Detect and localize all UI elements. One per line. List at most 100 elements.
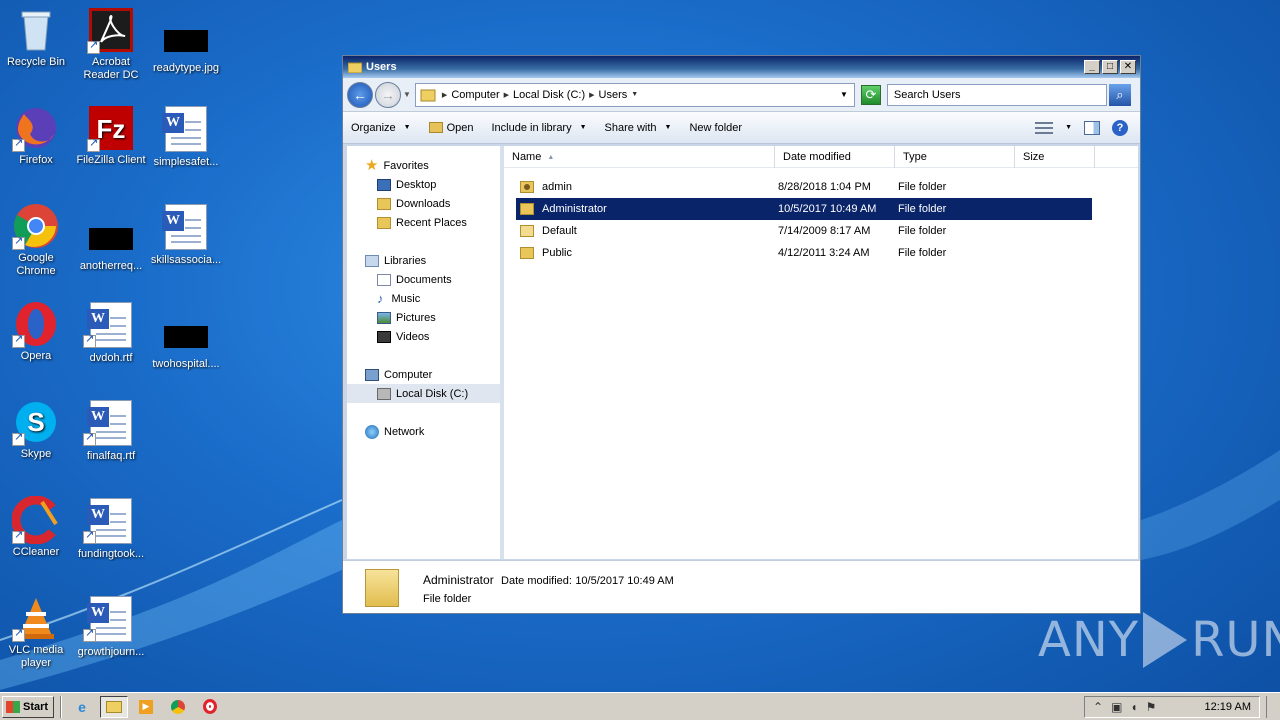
column-label: Date modified xyxy=(783,151,851,163)
libraries-icon xyxy=(365,254,379,267)
desktop-icon-vlc[interactable]: VLC media player xyxy=(0,594,74,670)
refresh-button[interactable]: ⟳ xyxy=(860,84,881,105)
close-button[interactable]: ✕ xyxy=(1120,60,1136,74)
file-row[interactable]: Default 7/14/2009 8:17 AM File folder xyxy=(516,220,1092,242)
explorer-window[interactable]: Users _ □ ✕ ← → ▼ ▶ Computer ▶ Local Dis… xyxy=(342,55,1141,614)
desktop-icon-redacted-file[interactable]: anotherreq... xyxy=(73,214,149,273)
explorer-taskbar-icon[interactable] xyxy=(100,695,128,718)
file-row[interactable]: admin 8/28/2018 1:04 PM File folder xyxy=(516,176,1092,198)
show-desktop-button[interactable] xyxy=(1266,695,1280,718)
nav-videos[interactable]: Videos xyxy=(347,327,500,346)
desktop-icon-word-doc[interactable]: W fundingtook... xyxy=(73,498,149,561)
nav-network[interactable]: Network xyxy=(347,422,500,441)
back-button[interactable]: ← xyxy=(347,81,373,108)
nav-computer[interactable]: Computer xyxy=(347,365,500,384)
desktop-icon-filezilla[interactable]: Fz FileZilla Client xyxy=(73,104,149,167)
nav-downloads[interactable]: Downloads xyxy=(347,194,500,213)
acrobat-icon xyxy=(87,6,135,54)
desktop-icon-chrome[interactable]: Google Chrome xyxy=(0,202,74,278)
desktop-icon-skype[interactable]: S Skype xyxy=(0,398,74,461)
nav-recent-places[interactable]: Recent Places xyxy=(347,213,500,232)
breadcrumb-separator-icon[interactable]: ▶ xyxy=(442,91,447,99)
window-titlebar[interactable]: Users _ □ ✕ xyxy=(343,56,1140,78)
address-dropdown-icon[interactable]: ▼ xyxy=(840,90,848,99)
file-row-selected[interactable]: Administrator 10/5/2017 10:49 AM File fo… xyxy=(516,198,1092,220)
details-date-label: Date modified: xyxy=(501,575,572,587)
recent-pages-dropdown[interactable]: ▼ xyxy=(403,90,411,99)
redacted-thumbnail xyxy=(164,30,208,52)
breadcrumb-separator-icon[interactable]: ▶ xyxy=(504,91,509,99)
large-folder-icon xyxy=(365,569,399,607)
chevron-down-icon[interactable]: ▼ xyxy=(1065,124,1072,131)
opera-icon xyxy=(12,300,60,348)
network-icon xyxy=(365,424,379,439)
nav-documents[interactable]: Documents xyxy=(347,270,500,289)
internet-explorer-taskbar-icon[interactable]: e xyxy=(68,696,96,718)
desktop-icon-redacted-file[interactable]: readytype.jpg xyxy=(148,16,224,75)
desktop-icon-recycle-bin[interactable]: Recycle Bin xyxy=(0,6,74,69)
include-in-library-button[interactable]: Include in library ▼ xyxy=(492,122,587,134)
desktop-icon-word-doc[interactable]: W simplesafet... xyxy=(148,106,224,169)
breadcrumb-separator-icon[interactable]: ▶ xyxy=(589,91,594,99)
share-with-button[interactable]: Share with ▼ xyxy=(605,122,672,134)
clock[interactable]: 12:19 AM xyxy=(1205,701,1251,713)
desktop-icon-opera[interactable]: Opera xyxy=(0,300,74,363)
preview-pane-icon[interactable] xyxy=(1084,120,1100,135)
new-folder-button[interactable]: New folder xyxy=(689,122,742,134)
nav-libraries[interactable]: Libraries xyxy=(347,251,500,270)
search-input[interactable]: Search Users xyxy=(886,83,1107,106)
desktop-icon-label: finalfaq.rtf xyxy=(86,450,136,462)
sort-ascending-icon: ▲ xyxy=(547,153,555,161)
media-player-taskbar-icon[interactable]: ▶ xyxy=(132,696,160,718)
shortcut-arrow-icon xyxy=(87,39,100,54)
column-header-date[interactable]: Date modified xyxy=(775,146,895,168)
desktop-icon-word-doc[interactable]: W skillsassocia... xyxy=(148,204,224,267)
forward-button[interactable]: → xyxy=(375,81,401,108)
window-title: Users xyxy=(366,61,397,73)
breadcrumb-separator-icon[interactable]: ▼ xyxy=(631,91,638,98)
chrome-icon xyxy=(12,202,60,250)
desktop-icon-redacted-file[interactable]: twohospital.... xyxy=(148,312,224,371)
desktop-icon-word-doc[interactable]: W growthjourn... xyxy=(73,596,149,659)
maximize-button[interactable]: □ xyxy=(1102,60,1118,74)
nav-favorites[interactable]: ★ Favorites xyxy=(347,156,500,175)
windows-logo-icon xyxy=(6,700,20,713)
breadcrumb-users[interactable]: Users xyxy=(599,89,628,101)
nav-music[interactable]: ♪ Music xyxy=(347,289,500,308)
breadcrumb-computer[interactable]: Computer xyxy=(451,89,499,101)
desktop-icon-word-doc[interactable]: W finalfaq.rtf xyxy=(73,400,149,463)
watermark-left: ANY xyxy=(1038,612,1140,668)
desktop-icon xyxy=(377,178,391,191)
system-tray: ⌃ ▣ ◖ ⚑ 12:19 AM xyxy=(1084,695,1260,718)
shortcut-arrow-icon xyxy=(12,431,25,446)
breadcrumb-local-disk[interactable]: Local Disk (C:) xyxy=(513,89,585,101)
column-header-type[interactable]: Type xyxy=(895,146,1015,168)
file-row[interactable]: Public 4/12/2011 3:24 AM File folder xyxy=(516,242,1092,264)
change-view-icon[interactable] xyxy=(1035,121,1054,134)
share-label: Share with xyxy=(604,121,657,134)
organize-button[interactable]: Organize ▼ xyxy=(351,122,411,134)
minimize-button[interactable]: _ xyxy=(1084,60,1100,74)
action-center-icon[interactable]: ▣ xyxy=(1111,700,1122,714)
shortcut-arrow-icon xyxy=(83,431,96,446)
desktop-icon-firefox[interactable]: Firefox xyxy=(0,104,74,167)
desktop-icon-label: Google Chrome xyxy=(16,252,56,277)
show-hidden-icons-icon[interactable]: ⌃ xyxy=(1093,700,1103,714)
help-icon[interactable]: ? xyxy=(1112,119,1128,136)
nav-local-disk[interactable]: Local Disk (C:) xyxy=(347,384,500,403)
volume-icon[interactable]: ◖ xyxy=(1130,700,1137,714)
column-header-size[interactable]: Size xyxy=(1015,146,1095,168)
chrome-taskbar-icon[interactable] xyxy=(164,696,192,718)
column-header-name[interactable]: Name ▲ xyxy=(504,146,775,168)
breadcrumb[interactable]: ▶ Computer ▶ Local Disk (C:) ▶ Users ▼ ▼ xyxy=(414,82,855,107)
desktop-icon-acrobat[interactable]: Acrobat Reader DC xyxy=(73,6,149,82)
desktop-icon-word-doc[interactable]: W dvdoh.rtf xyxy=(73,302,149,365)
start-button[interactable]: Start xyxy=(2,695,54,718)
search-icon[interactable]: ⌕ xyxy=(1108,83,1131,106)
nav-pictures[interactable]: Pictures xyxy=(347,308,500,327)
nav-desktop[interactable]: Desktop xyxy=(347,175,500,194)
opera-taskbar-icon[interactable] xyxy=(196,696,224,718)
open-button[interactable]: Open xyxy=(428,122,474,134)
flag-icon[interactable]: ⚑ xyxy=(1146,700,1157,714)
desktop-icon-ccleaner[interactable]: CCleaner xyxy=(0,495,74,559)
